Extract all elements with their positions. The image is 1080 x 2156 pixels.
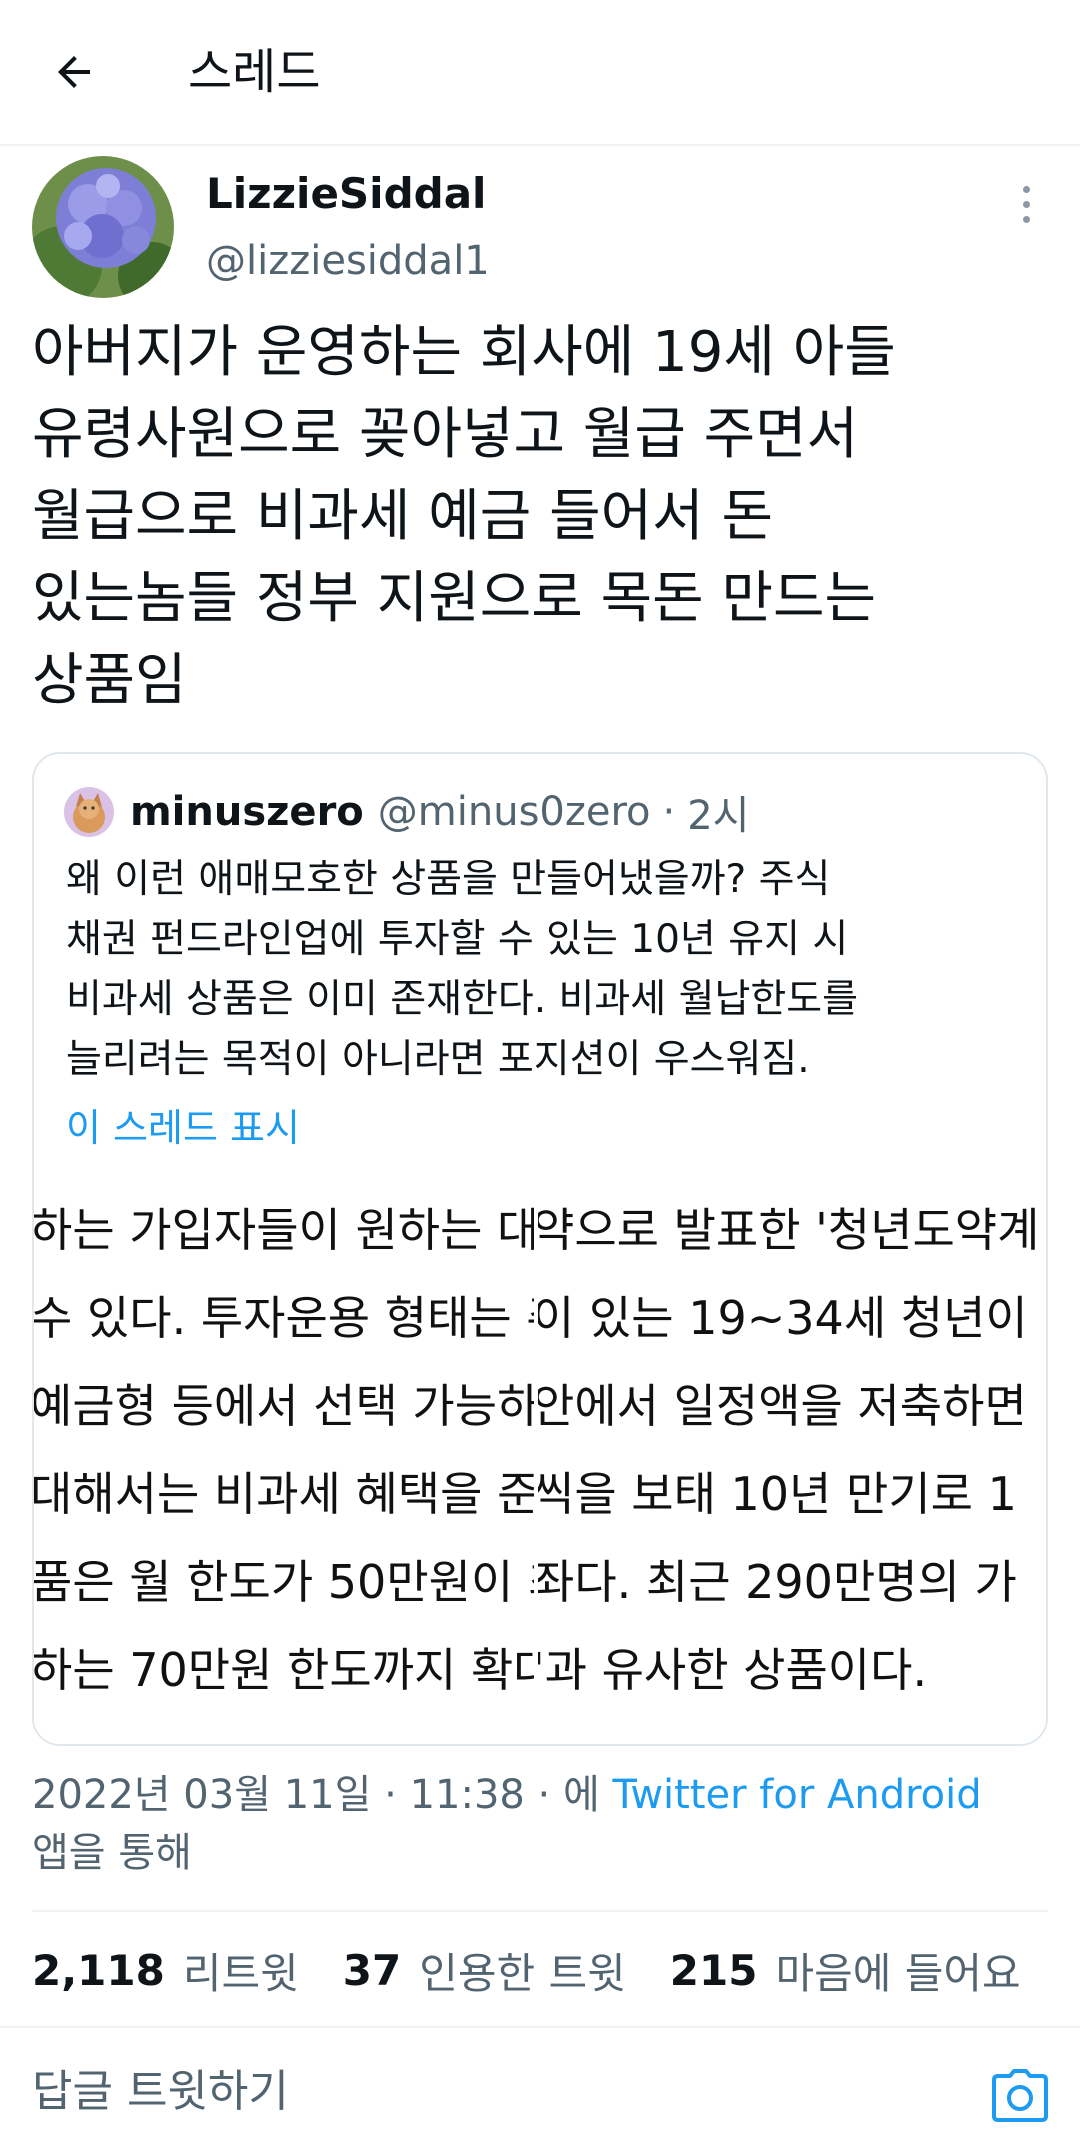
- tweet-timestamp: 2022년 03월 11일 · 11:38 · 에: [32, 1772, 613, 1818]
- quoted-avatar: [64, 787, 114, 837]
- like-label[interactable]: 마음에 들어요: [775, 1940, 1020, 2001]
- tweet-author: LizzieSiddal @lizziesiddal1: [32, 156, 1048, 298]
- hydrangea-avatar-image: [32, 156, 174, 298]
- retweet-count[interactable]: 2,118: [32, 1946, 165, 1995]
- page-title: 스레드: [188, 44, 321, 100]
- quote-label[interactable]: 인용한 트윗: [419, 1940, 626, 2001]
- media-text-line: 안에서 일정액을 저축하면: [538, 1379, 1027, 1433]
- media-image-left[interactable]: 하는 가입자들이 원하는 대로 수 있다. 투자운용 형태는 주 예금형 등에서…: [34, 1174, 538, 1744]
- more-options-button[interactable]: [1004, 174, 1048, 234]
- divider: [32, 1910, 1048, 1912]
- tweet-meta: 2022년 03월 11일 · 11:38 · 에 Twitter for An…: [32, 1766, 1032, 1882]
- like-count[interactable]: 215: [670, 1946, 758, 1995]
- media-text-line: 하는 가입자들이 원하는 대로: [34, 1203, 538, 1257]
- quoted-display-name: minuszero: [130, 789, 364, 835]
- avatar[interactable]: [32, 156, 174, 298]
- media-text-line: '과 유사한 상품이다.: [538, 1643, 928, 1697]
- tweet-text: 아버지가 운영하는 회사에 19세 아들 유령사원으로 꽂아넣고 월급 주면서 …: [32, 320, 896, 713]
- media-text-line: 수 있다. 투자운용 형태는 주: [34, 1291, 538, 1345]
- more-vertical-icon: [1022, 185, 1030, 193]
- quote-count[interactable]: 37: [343, 1946, 401, 1995]
- media-text-line: 품은 월 한도가 50만원이 최: [34, 1555, 538, 1609]
- author-handle[interactable]: @lizziesiddal1: [206, 234, 490, 288]
- camera-button[interactable]: [990, 2068, 1050, 2124]
- quoted-separator: ·: [662, 789, 676, 835]
- quoted-tweet-header: minuszero @minus0zero · 2시: [64, 784, 749, 840]
- media-text-line: 좌다. 최근 290만명의 가: [538, 1555, 1017, 1609]
- tweet-stats: 2,118 리트윗 37 인용한 트윗 215 마음에 들어요: [32, 1940, 1065, 2000]
- quoted-tweet[interactable]: minuszero @minus0zero · 2시 왜 이런 애매모호한 상품…: [32, 752, 1048, 1746]
- media-text-line: 약으로 발표한 '청년도약계: [538, 1203, 1040, 1257]
- source-link[interactable]: Twitter for Android: [613, 1772, 982, 1818]
- quoted-time: 2시: [687, 793, 750, 839]
- media-text-line: 씩을 보태 10년 만기로 1: [538, 1467, 1017, 1521]
- media-text-line: 이 있는 19~34세 청년이: [538, 1291, 1028, 1345]
- quoted-tweet-text: 왜 이런 애매모호한 상품을 만들어냈을까? 주식 채권 펀드라인업에 투자할 …: [66, 857, 858, 1082]
- reply-input[interactable]: 답글 트윗하기: [32, 2062, 289, 2122]
- quoted-media: 하는 가입자들이 원하는 대로 수 있다. 투자운용 형태는 주 예금형 등에서…: [34, 1174, 1046, 1744]
- media-text-line: 예금형 등에서 선택 가능하: [34, 1379, 538, 1433]
- top-bar: 스레드: [0, 0, 1080, 146]
- source-suffix: 앱을 통해: [32, 1830, 192, 1876]
- arrow-left-icon: [58, 56, 90, 88]
- camera-icon: [992, 2069, 1048, 2122]
- back-button[interactable]: [44, 42, 104, 102]
- retweet-label[interactable]: 리트윗: [183, 1940, 299, 2001]
- show-thread-link[interactable]: 이 스레드 표시: [66, 1100, 300, 1156]
- reply-bar: 답글 트윗하기: [0, 2026, 1080, 2156]
- more-vertical-icon: [1022, 215, 1030, 223]
- more-vertical-icon: [1022, 200, 1030, 208]
- author-display-name[interactable]: LizzieSiddal: [206, 166, 486, 222]
- media-image-right[interactable]: 약으로 발표한 '청년도약계 이 있는 19~34세 청년이 안에서 일정액을 …: [538, 1174, 1046, 1744]
- media-text-line: 하는 70만원 한도까지 확대된: [34, 1643, 534, 1697]
- quoted-handle: @minus0zero: [377, 789, 651, 835]
- cat-avatar-image: [64, 787, 114, 837]
- media-text-line: 대해서는 비과세 혜택을 준다: [34, 1467, 538, 1521]
